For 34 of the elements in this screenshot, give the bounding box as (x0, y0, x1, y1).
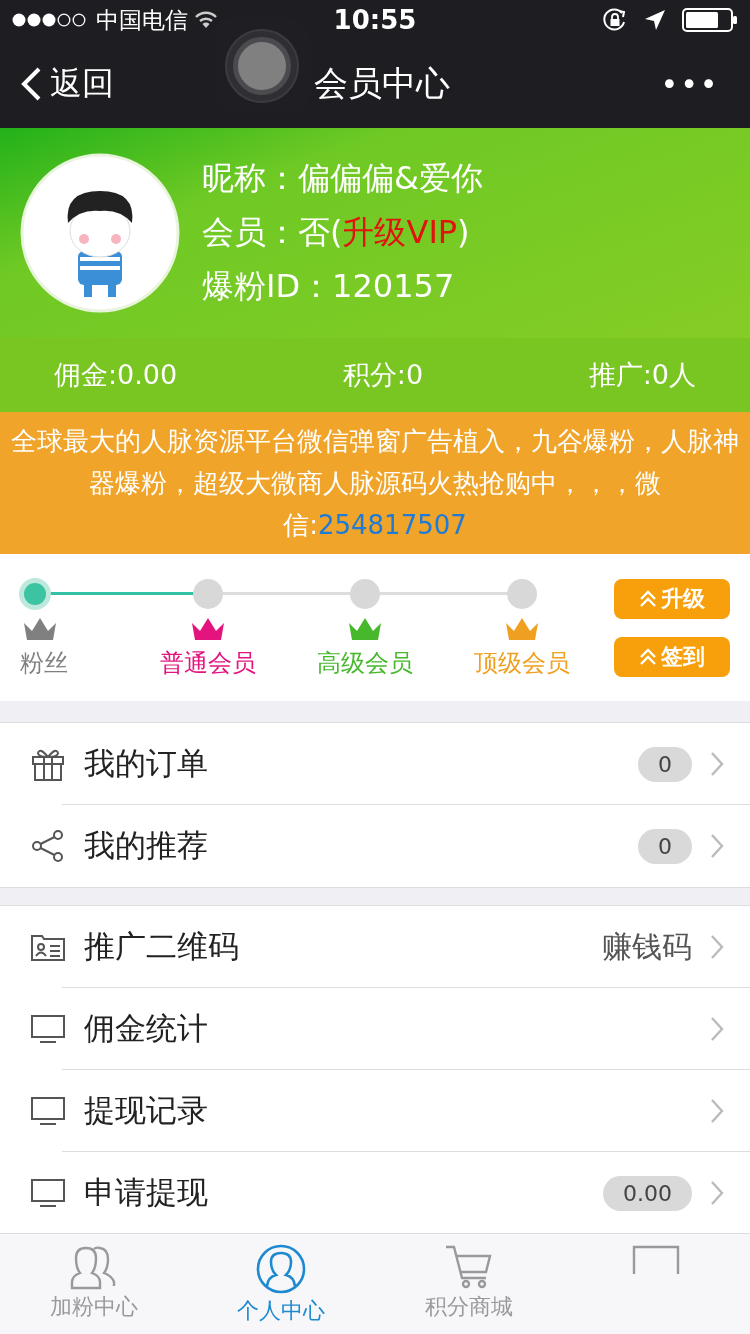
level-label: 粉丝 (20, 647, 68, 679)
status-time: 10:55 (333, 5, 417, 35)
menu-label: 佣金统计 (84, 1009, 209, 1048)
menu-value: 赚钱码 (602, 927, 692, 966)
page-title: 会员中心 (314, 62, 450, 105)
menu-label: 申请提现 (84, 1173, 209, 1212)
level-label: 顶级会员 (473, 647, 570, 679)
count-badge: 0.00 (603, 1175, 692, 1211)
tab-item[interactable]: 个人中心 (187, 1234, 375, 1334)
member-status-text: 会员：否( (202, 213, 343, 251)
back-button[interactable]: 返回 (20, 62, 114, 106)
stat-text: 推广:0人 (588, 358, 696, 392)
menu-row[interactable]: 佣金统计 (0, 988, 750, 1070)
level-label: 高级会员 (316, 647, 413, 679)
count-badge: 0 (638, 828, 692, 864)
menu-row[interactable]: 推广二维码 赚钱码 (0, 906, 750, 988)
menu-row[interactable]: 我的订单 0 (0, 723, 750, 805)
menu-label: 我的订单 (84, 744, 209, 783)
menu-row[interactable]: 申请提现 0.00 (0, 1152, 750, 1233)
menu-label: 推广二维码 (84, 927, 240, 966)
level-label: 普通会员 (160, 647, 257, 679)
notice-text: 全球最大的人脉资源平台微信弹窗广告植入，九谷爆粉，人脉神器爆粉，超级大微商人脉源码火热抢购中，，，微信:254817507 (10, 425, 740, 542)
stat-text: 佣金:0.00 (54, 358, 178, 392)
stat-text: 积分:0 (342, 358, 424, 392)
nickname-text: 昵称：偏偏偏&爱你 (202, 158, 483, 199)
menu-label: 提现记录 (84, 1091, 209, 1130)
count-badge: 0 (638, 746, 692, 782)
more-button[interactable]: ••• (650, 66, 730, 102)
carrier-name: 中国电信 (96, 5, 188, 35)
user-id-text: 爆粉ID：120157 (202, 266, 456, 307)
menu-label: 我的推荐 (84, 826, 209, 865)
member-bracket-text: ) (457, 213, 470, 251)
menu-row[interactable]: 提现记录 (0, 1070, 750, 1152)
menu-row[interactable]: 我的推荐 0 (0, 805, 750, 887)
